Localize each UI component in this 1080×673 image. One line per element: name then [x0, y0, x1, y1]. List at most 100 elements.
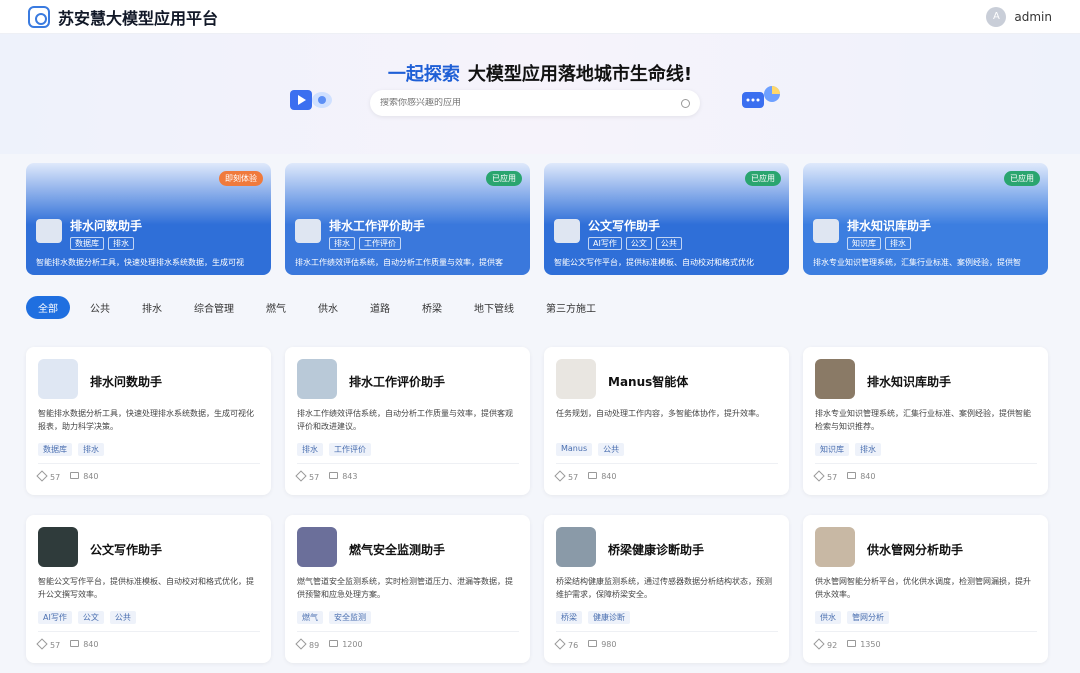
app-tags: AI写作 公文 公共 — [38, 611, 136, 624]
featured-title: 排水知识库助手 — [847, 219, 932, 233]
favorites[interactable]: 57 — [813, 470, 838, 482]
filter-chip[interactable]: 排水 — [130, 296, 174, 319]
search-input[interactable] — [380, 98, 681, 108]
filter-chip-all[interactable]: 全部 — [26, 296, 70, 319]
filter-chip[interactable]: 燃气 — [254, 296, 298, 319]
filter-chip[interactable]: 供水 — [306, 296, 350, 319]
views: 840 — [588, 472, 616, 482]
app-title[interactable]: 桥梁健康诊断助手 — [608, 541, 704, 558]
tag: 排水 — [78, 443, 104, 456]
app-card[interactable]: 排水工作评价助手 排水工作绩效评估系统，自动分析工作质量与效率，提供客观评价和改… — [285, 347, 530, 495]
app-card[interactable]: 排水知识库助手 排水专业知识管理系统，汇集行业标准、案例经验，提供智能检索与知识… — [803, 347, 1048, 495]
app-stats: 57 840 — [813, 463, 1037, 482]
favorites[interactable]: 57 — [36, 470, 60, 482]
filter-chip[interactable]: 第三方施工 — [534, 296, 608, 319]
favorites[interactable]: 57 — [554, 470, 578, 482]
favorites[interactable]: 57 — [295, 470, 320, 482]
monitor-icon — [588, 640, 598, 647]
app-card[interactable]: 公文写作助手 智能公文写作平台，提供标准模板、自动校对和格式优化，提升公文撰写效… — [26, 515, 271, 663]
views: 1350 — [847, 640, 881, 650]
tag: 知识库 — [815, 443, 849, 456]
app-tags: 排水 工作评价 — [297, 443, 371, 456]
app-title[interactable]: 排水问数助手 — [90, 373, 162, 390]
views: 840 — [70, 472, 98, 482]
app-title[interactable]: 供水管网分析助手 — [867, 541, 963, 558]
app-card[interactable]: 排水问数助手 智能排水数据分析工具，快速处理排水系统数据，生成可视化报表，助力科… — [26, 347, 271, 495]
tag: 供水 — [815, 611, 841, 624]
app-thumbnail — [554, 219, 580, 243]
filter-chip[interactable]: 道路 — [358, 296, 402, 319]
avatar[interactable]: A — [986, 6, 1007, 27]
favorite-count: 57 — [827, 473, 838, 482]
favorites[interactable]: 57 — [36, 638, 61, 650]
app-title[interactable]: 公文写作助手 — [90, 541, 162, 558]
view-count: 840 — [860, 472, 876, 481]
app-title[interactable]: Manus智能体 — [608, 373, 688, 390]
app-stats: 57 840 — [554, 463, 778, 482]
favorites[interactable]: 89 — [295, 638, 319, 650]
username[interactable]: admin — [1014, 10, 1052, 24]
filter-chip[interactable]: 综合管理 — [182, 296, 246, 319]
app-stats: 89 1200 — [295, 631, 519, 650]
featured-card[interactable]: 已应用 排水知识库助手 知识库 排水 排水专业知识管理系统，汇集行业标准、案例经… — [803, 163, 1048, 275]
tag: 公共 — [655, 237, 682, 250]
tag: 桥梁 — [556, 611, 582, 624]
app-card[interactable]: 供水管网分析助手 供水管网智能分析平台，优化供水调度，检测管网漏损，提升供水效率… — [803, 515, 1048, 663]
tag: AI写作 — [38, 611, 72, 624]
hero-title: 大模型应用落地城市生命线! — [467, 64, 693, 85]
featured-tags: AI写作 公文 公共 — [588, 237, 682, 250]
views: 843 — [329, 472, 357, 482]
app-stats: 76 980 — [554, 631, 778, 650]
monitor-icon — [588, 472, 598, 479]
tag: AI写作 — [588, 237, 622, 250]
app-stats: 57 840 — [36, 463, 260, 482]
featured-card[interactable]: 已应用 公文写作助手 AI写作 公文 公共 智能公文写作平台，提供标准模板、自动… — [544, 163, 789, 275]
app-thumbnail — [556, 527, 596, 567]
filter-chip[interactable]: 桥梁 — [410, 296, 454, 319]
star-icon — [295, 470, 307, 482]
view-count: 1200 — [342, 640, 363, 649]
featured-title: 排水问数助手 — [70, 219, 143, 233]
view-count: 840 — [83, 640, 99, 649]
favorite-count: 57 — [309, 473, 320, 482]
monitor-icon — [847, 640, 857, 647]
favorites[interactable]: 92 — [813, 638, 837, 650]
views: 1200 — [329, 640, 363, 650]
tag: 公文 — [77, 611, 104, 624]
monitor-icon — [329, 640, 339, 647]
app-thumbnail — [815, 527, 855, 567]
featured-card[interactable]: 已应用 排水工作评价助手 排水 工作评价 排水工作绩效评估系统，自动分析工作质量… — [285, 163, 530, 275]
app-card[interactable]: Manus智能体 任务规划，自动处理工作内容，多智能体协作，提升效率。 Manu… — [544, 347, 789, 495]
app-tags: Manus 公共 — [556, 443, 625, 456]
app-title[interactable]: 燃气安全监测助手 — [349, 541, 445, 558]
favorites[interactable]: 76 — [554, 638, 578, 650]
status-badge: 即刻体验 — [219, 171, 263, 186]
app-card[interactable]: 燃气安全监测助手 燃气管道安全监测系统，实时检测管道压力、泄漏等数据，提供预警和… — [285, 515, 530, 663]
app-title[interactable]: 排水知识库助手 — [867, 373, 951, 390]
video-play-icon — [290, 90, 332, 110]
tag: 排水 — [855, 443, 881, 456]
tag: 数据库 — [38, 443, 72, 456]
user-menu[interactable]: A admin — [986, 6, 1052, 27]
search-box[interactable] — [370, 90, 700, 116]
search-icon[interactable] — [681, 98, 690, 108]
tag: 安全监测 — [329, 611, 371, 624]
featured-card[interactable]: 即刻体验 排水问数助手 数据库 排水 智能排水数据分析工具，快速处理排水系统数据… — [26, 163, 271, 275]
filter-chip[interactable]: 公共 — [78, 296, 122, 319]
app-tags: 知识库 排水 — [815, 443, 881, 456]
featured-description: 智能公文写作平台，提供标准模板、自动校对和格式优化 — [554, 258, 754, 267]
app-thumbnail — [38, 527, 78, 567]
app-description: 燃气管道安全监测系统，实时检测管道压力、泄漏等数据，提供预警和应急处理方案。 — [297, 577, 513, 599]
app-tags: 燃气 安全监测 — [297, 611, 371, 624]
platform-logo-icon[interactable] — [28, 5, 50, 28]
app-title[interactable]: 排水工作评价助手 — [349, 373, 445, 390]
top-bar: 苏安慧大模型应用平台 A admin — [0, 0, 1080, 34]
app-thumbnail — [295, 219, 321, 243]
favorite-count: 57 — [50, 641, 61, 650]
featured-tags: 知识库 排水 — [847, 237, 911, 250]
tag: 数据库 — [70, 237, 104, 250]
app-card[interactable]: 桥梁健康诊断助手 桥梁结构健康监测系统，通过传感器数据分析结构状态，预测维护需求… — [544, 515, 789, 663]
app-description: 任务规划，自动处理工作内容，多智能体协作，提升效率。 — [556, 409, 764, 418]
filter-chip[interactable]: 地下管线 — [462, 296, 526, 319]
app-thumbnail — [36, 219, 62, 243]
